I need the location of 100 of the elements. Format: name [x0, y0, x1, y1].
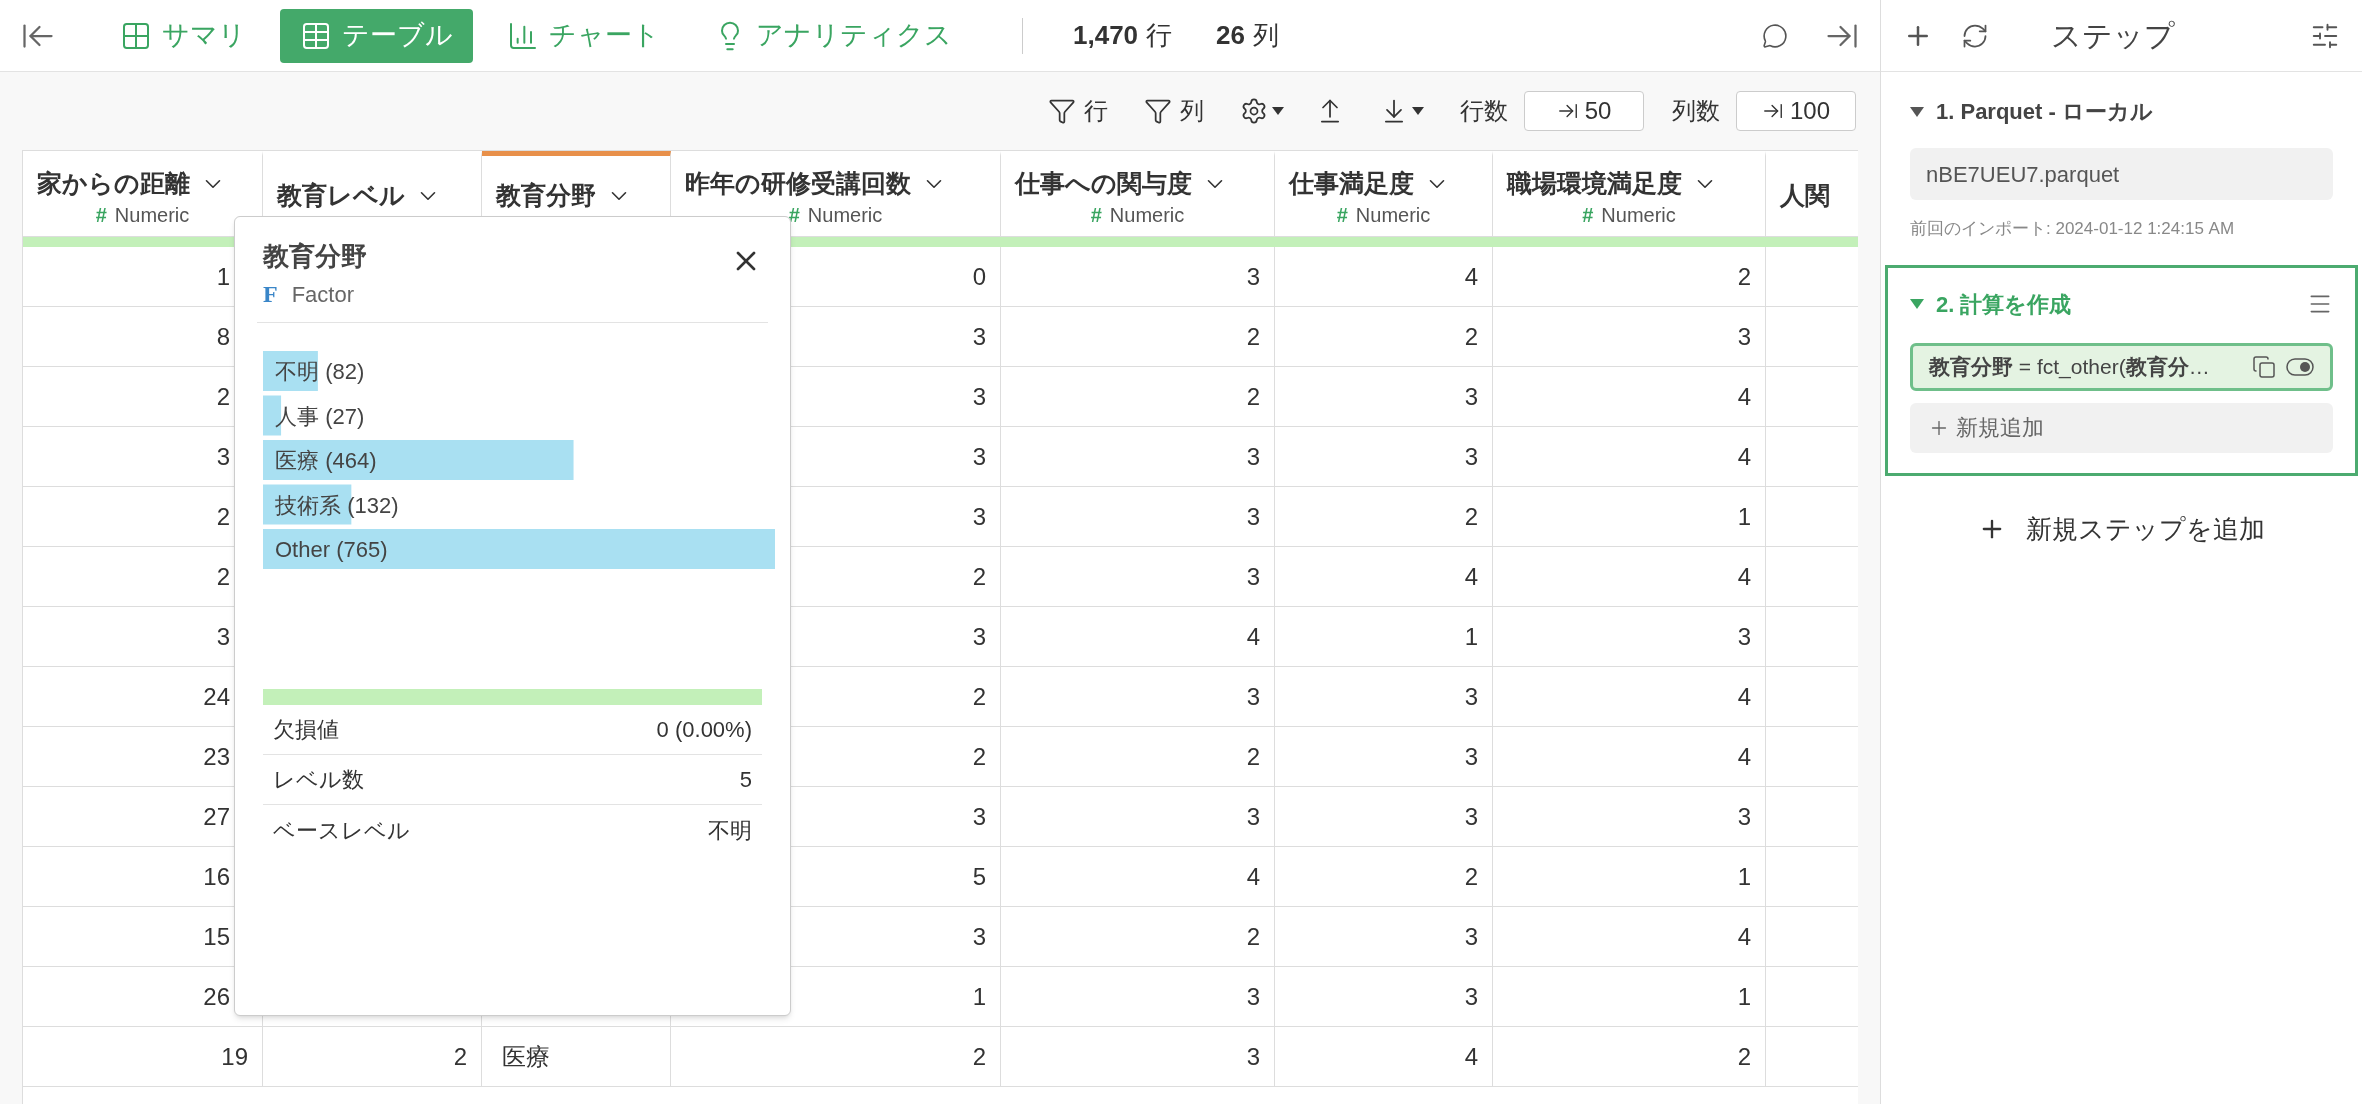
- numeric-type-icon: #: [1582, 199, 1594, 230]
- table-cell-text: 3: [1246, 261, 1260, 292]
- expanded-caret-icon[interactable]: [1910, 106, 1924, 117]
- table-cell-text: 3: [1246, 681, 1260, 712]
- table-cell-text: 3: [1246, 801, 1260, 832]
- formula-text: 教育分野 = fct_other(教育分…: [1929, 353, 2211, 381]
- data-label: (765): [336, 537, 388, 562]
- table-cell-text: 1: [1737, 981, 1751, 1012]
- table-cell-text: 2: [1246, 921, 1260, 952]
- numeric-type-icon: #: [95, 199, 107, 230]
- columns-label: 列数: [1672, 96, 1720, 126]
- column-title: 人関: [1780, 180, 1830, 212]
- column-type: Numeric: [114, 202, 190, 228]
- table-cell-text: 2: [453, 1041, 467, 1072]
- step-card[interactable]: 2. 計算を作成 教育分野 = fct_other(教育分… 新規追加: [1885, 264, 2358, 476]
- filter-icon: [1048, 97, 1076, 125]
- table-cell-text: 3: [1737, 321, 1751, 352]
- table-cell-text: 3: [216, 621, 230, 652]
- y-tick-label: 医療: [275, 448, 319, 473]
- stat-label: レベル数: [273, 766, 364, 794]
- table-cell-text: 2: [1246, 741, 1260, 772]
- table-cell-text: 医療: [502, 1041, 550, 1072]
- table-cell-text: 3: [1464, 981, 1478, 1012]
- table-cell-text: 15: [203, 921, 230, 952]
- table-cell-text: 3: [972, 501, 986, 532]
- popup-title: 教育分野: [263, 240, 367, 273]
- table-cell-text: 2: [1464, 861, 1478, 892]
- stat-value: 5: [739, 766, 752, 794]
- column-header[interactable]: 仕事への関与度 # Numeric: [1001, 151, 1275, 236]
- table-cell-text: 2: [216, 501, 230, 532]
- column-title: 教育分野: [496, 180, 596, 212]
- table-cell-text: 1: [216, 261, 230, 292]
- table-cell-text: 4: [1246, 861, 1260, 892]
- visible-toggle-icon[interactable]: [2286, 357, 2314, 376]
- table-cell-text: 2: [1246, 381, 1260, 412]
- data-label: (132): [347, 492, 399, 518]
- step-title: 2. 計算を作成: [1936, 290, 2072, 319]
- column-type: Numeric: [1109, 202, 1185, 228]
- numeric-type-icon: #: [1336, 199, 1348, 230]
- table-cell-text: 3: [1246, 561, 1260, 592]
- table-cell-text: 1: [1737, 861, 1751, 892]
- column-title: 家からの距離: [37, 168, 190, 200]
- table-cell-text: 3: [1246, 501, 1260, 532]
- table-cell-text: 1: [1464, 621, 1478, 652]
- columns-field[interactable]: 100: [1736, 91, 1856, 131]
- table-cell-text: 2: [972, 561, 986, 592]
- row-filter-button[interactable]: 行: [1048, 93, 1108, 129]
- step-card[interactable]: 1. Parquet - ローカル nBE7UEU7.parquet 前回のインポート: 2024-01-12 1:24:15 AM: [1885, 72, 2358, 265]
- settings-button[interactable]: [1240, 97, 1284, 125]
- data-label: (27): [325, 403, 365, 429]
- table-cell-text: 3: [1246, 1041, 1260, 1072]
- table-cell-text: 3: [972, 381, 986, 412]
- table-cell-text: 4: [1464, 561, 1478, 592]
- formula-item[interactable]: 教育分野 = fct_other(教育分…: [1910, 342, 2333, 391]
- table-cell-text: 3: [1464, 801, 1478, 832]
- add-new-button[interactable]: 新規追加: [1910, 402, 2333, 453]
- table-cell-text: 4: [1737, 681, 1751, 712]
- column-header[interactable]: 人関: [1766, 151, 1858, 236]
- add-step-button[interactable]: 新規ステップを追加: [1978, 509, 2265, 549]
- table-cell-text: 2: [972, 741, 986, 772]
- table-cell-text: 16: [203, 861, 230, 892]
- copy-icon[interactable]: [2252, 354, 2276, 379]
- count-unit: 列: [1253, 19, 1279, 52]
- table-cell-text: 0: [972, 261, 986, 292]
- count-number: 26: [1216, 19, 1245, 52]
- level-bar: 技術系 (132): [263, 484, 399, 525]
- popup-type: Factor: [291, 280, 355, 309]
- column-type: Numeric: [1601, 202, 1676, 228]
- table-cell-text: 4: [1737, 741, 1751, 772]
- column-header[interactable]: 仕事満足度 # Numeric: [1275, 151, 1493, 236]
- column-title: 職場環境満足度: [1507, 168, 1682, 200]
- table-cell-text: 2: [1464, 321, 1478, 352]
- import-note: 前回のインポート: 2024-01-12 1:24:15 AM: [1910, 218, 2236, 240]
- table-cell-text: 2: [1464, 501, 1478, 532]
- comment-icon[interactable]: [1762, 22, 1788, 49]
- table-cell-text: 3: [972, 801, 986, 832]
- table-cell-text: 2: [216, 561, 230, 592]
- stat-label: 欠損値: [273, 716, 339, 744]
- table-cell-text: 2: [1246, 321, 1260, 352]
- factor-icon: F: [263, 276, 278, 312]
- data-label: (82): [325, 359, 365, 384]
- panel-title: ステップ: [2051, 18, 2175, 54]
- file-name-field[interactable]: nBE7UEU7.parquet: [1910, 148, 2333, 200]
- table-cell-text: 3: [972, 921, 986, 952]
- rows-field[interactable]: 50: [1524, 91, 1644, 131]
- table-cell-text: 23: [203, 741, 230, 772]
- count-unit: 行: [1146, 19, 1173, 52]
- table-cell-text: 19: [221, 1041, 248, 1072]
- table-cell-text: 4: [1737, 381, 1751, 412]
- table-cell-text: 2: [972, 1041, 986, 1072]
- table-cell-text: 5: [972, 861, 986, 892]
- y-tick-label: 人事: [275, 403, 319, 429]
- table-cell-text: 3: [1464, 741, 1478, 772]
- expanded-caret-icon[interactable]: [1910, 299, 1924, 309]
- level-bar: 医療 (464): [263, 440, 574, 480]
- table-cell-text: 27: [203, 801, 230, 832]
- settings-icon: [1240, 97, 1268, 125]
- column-header[interactable]: 職場環境満足度 # Numeric: [1493, 151, 1766, 236]
- table-cell-text: 3: [972, 441, 986, 472]
- column-filter-button[interactable]: 列: [1144, 93, 1204, 129]
